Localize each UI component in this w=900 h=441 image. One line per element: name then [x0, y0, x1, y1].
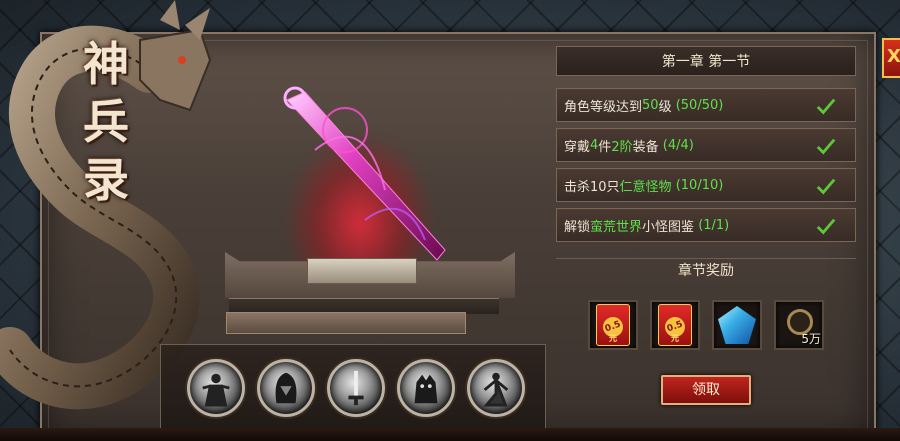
figure-aura-skill-icon[interactable]: [187, 359, 245, 417]
task-progress: (50/50): [675, 97, 724, 113]
reward-item[interactable]: 0.5 元: [588, 300, 638, 350]
task-text: 角色等级达到: [564, 99, 643, 115]
nameplate: [226, 312, 466, 334]
rewards-list: 0.5 元 0.5 元 5万: [556, 288, 856, 360]
divine-sword-icon: [283, 86, 446, 261]
task-text: 装备: [632, 139, 659, 155]
sword-skill-icon[interactable]: [327, 359, 385, 417]
task-row-kill: 击杀10只 仁意怪物 (10/10): [556, 168, 856, 202]
weapon-display: [215, 70, 515, 350]
task-text: 小怪图鉴: [642, 219, 695, 235]
task-progress: (10/10): [675, 177, 724, 193]
task-highlight: 蛮荒世界: [590, 219, 643, 235]
check-icon: [816, 178, 836, 195]
claim-button[interactable]: 领取: [661, 375, 751, 405]
check-icon: [816, 138, 836, 155]
bottom-strip: [0, 428, 900, 441]
title-char-3: 录: [83, 153, 129, 207]
check-icon: [816, 218, 836, 235]
reward-item[interactable]: 5万: [774, 300, 824, 350]
book-title: 神 兵 录: [76, 36, 136, 208]
coin-amount: 5万: [801, 332, 821, 346]
coin-icon: 5万: [779, 305, 821, 346]
task-highlight: 50: [642, 97, 659, 113]
red-packet-unit: 元: [609, 334, 617, 343]
reward-item[interactable]: 0.5 元: [650, 300, 700, 350]
task-text: 穿戴: [564, 139, 591, 155]
hooded-figure-skill-icon[interactable]: [257, 359, 315, 417]
title-char-2: 兵: [83, 95, 129, 149]
red-packet-unit: 元: [671, 334, 679, 343]
task-text: 级: [658, 99, 672, 115]
task-highlight-2: 2阶: [611, 139, 633, 155]
title-char-1: 神: [83, 37, 129, 91]
check-icon: [816, 98, 836, 115]
task-row-equipment: 穿戴 4 件 2阶 装备 (4/4): [556, 128, 856, 162]
red-packet-icon: 0.5 元: [596, 304, 630, 346]
dancer-skill-icon[interactable]: [467, 359, 525, 417]
red-packet-icon: 0.5 元: [658, 304, 692, 346]
blue-crystal-icon: [718, 306, 756, 344]
task-row-unlock: 解锁 蛮荒世界 小怪图鉴 (1/1): [556, 208, 856, 242]
task-highlight: 仁意怪物: [619, 179, 672, 195]
task-text: 击杀10只: [564, 179, 620, 195]
task-highlight: 4: [590, 137, 599, 153]
task-row-level: 角色等级达到 50 级 (50/50): [556, 88, 856, 122]
task-progress: (4/4): [662, 137, 694, 153]
task-progress: (1/1): [698, 217, 730, 233]
chapter-title: 第一章 第一节: [556, 46, 856, 76]
task-text: 解锁: [564, 219, 591, 235]
task-text: 件: [598, 139, 612, 155]
beast-skill-icon[interactable]: [397, 359, 455, 417]
close-button[interactable]: X: [882, 38, 900, 78]
rewards-title: 章节奖励: [556, 258, 856, 284]
reward-item[interactable]: [712, 300, 762, 350]
skill-bar: [160, 344, 546, 434]
